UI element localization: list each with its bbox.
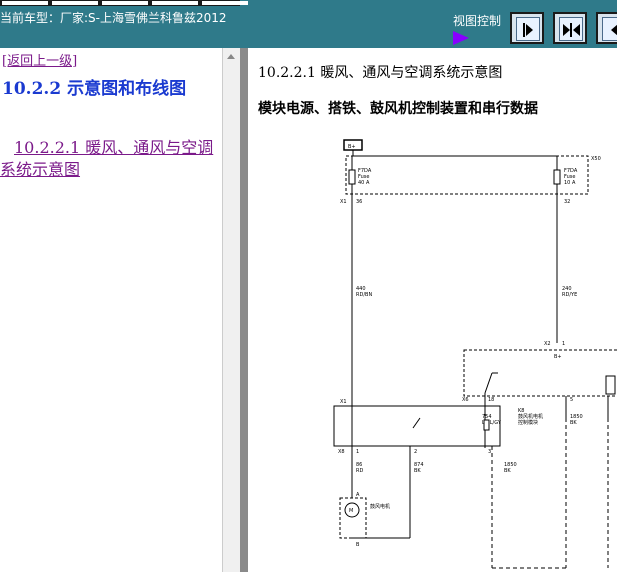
connector-x8-label: X8 [338,449,345,455]
section-title: 10.2.2 示意图和布线图 [2,79,187,99]
tab-1[interactable] [2,1,48,5]
tab-4[interactable] [152,1,198,5]
wire-1850b-color: BK [504,468,511,474]
fuse-box-code: X50 [591,156,601,162]
pin-2-label: 2 [414,449,417,455]
wire-right-color: RD/YE [562,292,577,298]
connector-x2-label: X2 [544,341,551,347]
wire-86-color: RD [356,468,363,474]
tab-strip [0,0,248,6]
wire-874-color: BK [414,468,421,474]
arrow-right-bar-icon [523,23,533,37]
fuse-right-icon [553,169,561,185]
arrow-split-icon [563,23,580,37]
pin-36-label: 36 [356,199,362,205]
view-arrow-icon [453,31,469,45]
pin-1-label: 1 [562,341,565,347]
navigation-panel [0,48,222,572]
wire-1850-color: BK [570,420,577,426]
resistor-icon [483,419,490,431]
tab-3[interactable] [102,1,148,5]
top-toolbar: 当前车型：厂家:S-上海雪佛兰科鲁兹2012 视图控制 [0,0,617,48]
module-connector-icon [605,375,616,395]
pin-5-label: 5 [570,397,573,403]
diagram-subtitle: 模块电源、搭铁、鼓风机控制装置和串行数据 [258,101,538,117]
wire-left-color: RD/BN [356,292,372,298]
content-panel: 10.2.2.1 暖风、通风与空调系统示意图 模块电源、搭铁、鼓风机控制装置和串… [248,48,617,572]
arrow-left-bar-icon [611,24,617,36]
motor-name: 鼓风电机 [370,503,390,510]
tab-5[interactable] [202,1,248,5]
panel-splitter[interactable] [240,48,248,572]
power-label: B+ [348,144,356,150]
fuse-left-rating: 40 A [358,180,370,186]
diagram-title: 10.2.2.1 暖风、通风与空调系统示意图 [258,65,503,81]
motor-symbol: M [349,508,353,514]
back-link[interactable]: [返回上一级] [2,50,77,69]
motor-pin-a: A [356,492,360,498]
connector-x1-lower: X1 [340,399,347,405]
pin-3-label: 3 [488,449,491,455]
control-module-box [463,349,617,397]
module-name-2: 控制模块 [518,419,538,426]
connector-x1-label: X1 [340,199,347,205]
wiring-schematic: B+ F7DA Fuse 40 A F7DA Fuse 10 A X50 X1 … [333,139,617,569]
module-b-plus-label: B+ [554,354,562,360]
expand-left-button[interactable] [596,12,617,44]
fuse-left-icon [348,169,356,185]
schematic-link[interactable]: 10.2.2.1 暖风、通风与空调系统示意图 [0,137,216,181]
view-control-label: 视图控制 [453,14,502,28]
pin-18-label: 18 [488,397,494,403]
pin-32-label: 32 [564,199,570,205]
split-view-button[interactable] [553,12,587,44]
motor-pin-b: B [356,542,360,548]
connector-x6-label: X6 [462,397,469,403]
blower-control-module [333,405,501,447]
current-vehicle-label: 当前车型：厂家:S-上海雪佛兰科鲁兹2012 [0,11,227,25]
pin-1-lower: 1 [356,449,359,455]
left-scrollbar[interactable] [222,48,241,572]
expand-right-button[interactable] [510,12,544,44]
module-name-1: 鼓风机电机 [518,413,543,420]
tab-2[interactable] [52,1,98,5]
fuse-block [345,155,589,195]
scroll-up-icon[interactable] [227,54,235,59]
fuse-right-rating: 10 A [564,180,576,186]
